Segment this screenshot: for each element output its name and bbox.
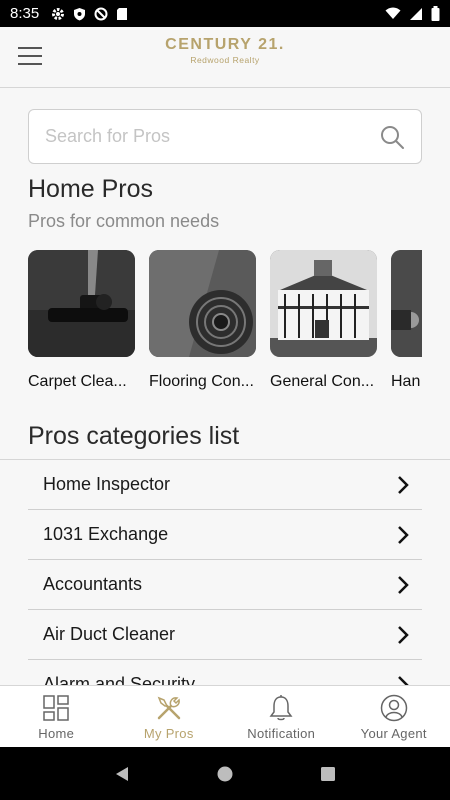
recents-square-icon[interactable] [319, 765, 337, 783]
person-icon [380, 694, 407, 722]
nav-label: Home [38, 726, 75, 741]
home-pros-title: Home Pros [28, 175, 154, 203]
pro-card-handyman[interactable]: Han [391, 250, 422, 391]
tools-photo [391, 250, 422, 357]
nav-label: Your Agent [360, 726, 427, 741]
chevron-right-icon [398, 525, 409, 544]
tools-icon [157, 696, 180, 720]
list-item[interactable]: Air Duct Cleaner [28, 610, 422, 660]
pro-card-flooring[interactable]: Flooring Con... [149, 250, 256, 391]
home-pros-carousel[interactable]: Carpet Clea... Flooring Con... General C… [28, 250, 422, 400]
chevron-right-icon [398, 625, 409, 644]
list-item[interactable]: 1031 Exchange [28, 510, 422, 560]
chevron-right-icon [398, 675, 409, 685]
categories-list[interactable]: Home Inspector 1031 Exchange Accountants… [28, 460, 422, 685]
list-item-label: 1031 Exchange [43, 524, 169, 544]
signal-icon [410, 7, 422, 20]
chevron-right-icon [398, 475, 409, 494]
brand-name: CENTURY 21. [165, 36, 285, 53]
bell-icon [269, 695, 293, 721]
status-bar: 8:35 [0, 0, 450, 27]
list-item-label: Home Inspector [43, 474, 171, 494]
search-icon[interactable] [379, 124, 405, 150]
nav-my-pros[interactable]: My Pros [113, 686, 226, 747]
status-icons [51, 7, 128, 21]
pro-card-label: General Con... [270, 373, 375, 390]
status-right-icons [385, 6, 440, 21]
system-navigation-bar [0, 747, 450, 800]
list-item[interactable]: Home Inspector [28, 460, 422, 510]
grid-icon [43, 695, 69, 721]
list-item-label: Alarm and Security [43, 674, 196, 685]
status-time: 8:35 [10, 5, 40, 22]
app-header: CENTURY 21. Redwood Realty [0, 27, 450, 88]
search-input[interactable] [45, 126, 379, 147]
nav-home[interactable]: Home [0, 686, 113, 747]
home-pros-subtitle: Pros for common needs [28, 211, 220, 231]
nav-notification[interactable]: Notification [225, 686, 338, 747]
pro-card-label: Han [391, 373, 421, 390]
bottom-navigation: Home My Pros Notification Your Agent [0, 685, 450, 747]
list-item[interactable]: Alarm and Security [28, 660, 422, 685]
pro-card-general[interactable]: General Con... [270, 250, 377, 391]
home-circle-icon[interactable] [216, 765, 234, 783]
wifi-icon [385, 7, 401, 19]
list-item-label: Accountants [43, 574, 143, 594]
carpet-cleaner-photo [28, 250, 135, 357]
house-photo [270, 250, 377, 357]
list-item-label: Air Duct Cleaner [43, 624, 176, 644]
pro-card-label: Carpet Clea... [28, 373, 127, 390]
do-not-disturb-icon [94, 7, 108, 20]
nav-label: Notification [247, 726, 316, 741]
nav-your-agent[interactable]: Your Agent [338, 686, 450, 747]
search-bar[interactable] [28, 109, 422, 164]
battery-icon [431, 6, 440, 21]
settings-icon [52, 7, 65, 20]
sd-card-icon [117, 7, 128, 20]
shield-icon [74, 7, 86, 20]
back-icon[interactable] [113, 765, 131, 783]
categories-title: Pros categories list [28, 422, 240, 450]
flooring-roll-photo [149, 250, 256, 357]
list-item[interactable]: Accountants [28, 560, 422, 610]
nav-label: My Pros [143, 726, 194, 741]
pro-card-label: Flooring Con... [149, 373, 254, 390]
brand-subtitle: Redwood Realty [190, 55, 260, 65]
brand-logo: CENTURY 21. Redwood Realty [0, 36, 450, 65]
chevron-right-icon [398, 575, 409, 594]
pro-card-carpet[interactable]: Carpet Clea... [28, 250, 135, 391]
